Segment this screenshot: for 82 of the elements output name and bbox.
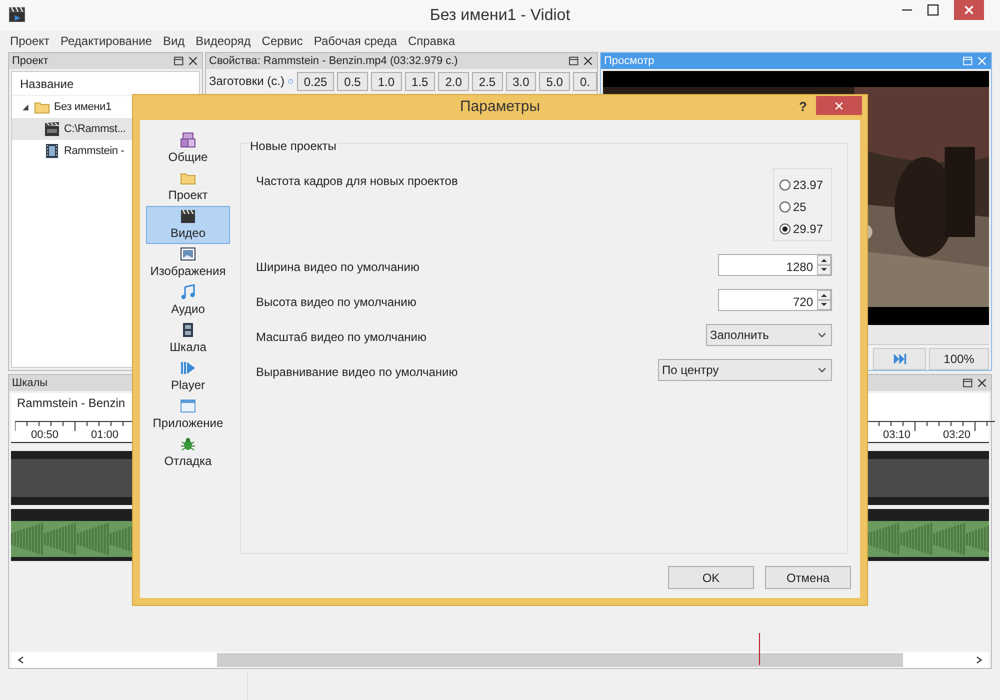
panel-title: Проект	[12, 54, 48, 69]
dialog-button[interactable]: Отмена	[765, 566, 851, 589]
field-label: Ширина видео по умолчанию	[256, 259, 420, 276]
windows-icon	[180, 132, 196, 148]
panel-title: Свойства: Rammstein - Benzin.mp4 (03:32.979 с.)	[209, 54, 458, 69]
dropdown[interactable]: По центру	[658, 359, 832, 381]
category-item[interactable]: Шкала	[146, 320, 230, 358]
radio-icon[interactable]	[779, 178, 791, 190]
category-item[interactable]: Проект	[146, 168, 230, 206]
close-icon[interactable]	[976, 377, 988, 389]
restore-icon[interactable]	[173, 55, 185, 67]
spin-arrows-icon[interactable]	[817, 255, 831, 275]
preset-button[interactable]: 1.0	[370, 72, 402, 90]
film-strip-icon	[180, 322, 196, 338]
window-title: Без имени1 - Vidiot	[430, 6, 570, 26]
film-icon	[44, 143, 60, 159]
radio-option[interactable]: 23.97	[779, 177, 831, 192]
music-note-icon	[180, 284, 196, 300]
menu-item[interactable]: Рабочая среда	[314, 32, 397, 50]
clapperboard-icon	[44, 121, 60, 137]
dialog-button[interactable]: OK	[668, 566, 754, 589]
menu-item[interactable]: Справка	[408, 32, 456, 50]
menu-item[interactable]: Сервис	[262, 32, 303, 50]
radio-icon[interactable]	[779, 200, 791, 212]
chevron-down-icon	[817, 330, 827, 340]
menu-item[interactable]: Редактирование	[60, 32, 152, 50]
category-item[interactable]: Аудио	[146, 282, 230, 320]
time-label: 03:20	[943, 428, 972, 442]
preset-button[interactable]: 5.0	[539, 72, 570, 90]
category-item[interactable]: Изображения	[146, 244, 230, 282]
menu-item[interactable]: Проект	[10, 32, 50, 50]
field-label: Выравнивание видео по умолчанию	[256, 364, 458, 381]
menu-item[interactable]: Видеоряд	[196, 32, 251, 50]
preset-button[interactable]: 0.5	[337, 72, 368, 90]
play-icon	[180, 360, 196, 376]
category-item[interactable]: Отладка	[146, 434, 230, 472]
preset-button[interactable]: 0.	[572, 72, 597, 90]
category-item[interactable]: Player	[146, 358, 230, 396]
clapperboard-icon	[180, 208, 196, 224]
time-label: 03:10	[883, 428, 912, 442]
radio-checked-icon[interactable]	[779, 222, 791, 234]
close-icon	[834, 100, 844, 110]
close-icon[interactable]	[187, 55, 199, 67]
restore-icon[interactable]	[962, 377, 974, 389]
chevron-down-icon	[817, 365, 827, 375]
field-label: Заготовки (с.)	[209, 73, 284, 90]
zoom-button[interactable]: 100%	[929, 348, 989, 370]
dropdown[interactable]: Заполнить	[706, 324, 832, 346]
field-label: Частота кадров для новых проектов	[256, 173, 458, 190]
close-button[interactable]	[816, 96, 862, 115]
panel-title: Просмотр	[604, 54, 654, 69]
preset-button[interactable]: 3.0	[506, 72, 536, 90]
time-label: 01:00	[91, 428, 120, 442]
panel-title: Шкалы	[12, 376, 48, 391]
tree-item[interactable]: Без имени1	[12, 96, 199, 118]
radio-option[interactable]: 25	[779, 199, 831, 214]
next-button[interactable]	[873, 348, 926, 370]
time-label: 00:50	[31, 428, 60, 442]
help-button[interactable]: ?	[799, 97, 807, 116]
field-label: Высота видео по умолчанию	[256, 294, 416, 311]
restore-icon[interactable]	[568, 55, 580, 67]
preset-button[interactable]: 2.0	[438, 72, 469, 90]
preset-button[interactable]: 1.5	[404, 72, 436, 90]
window-icon	[180, 398, 196, 414]
dialog-title: Параметры	[460, 97, 540, 118]
field-label: Масштаб видео по умолчанию	[256, 329, 426, 346]
menu-item[interactable]: Вид	[162, 32, 185, 50]
image-icon	[180, 246, 196, 262]
radio-option[interactable]: 29.97	[779, 221, 831, 236]
category-item[interactable]: Видео	[146, 206, 230, 244]
sequence-name: Rammstein - Benzin	[17, 395, 126, 412]
bug-icon	[180, 436, 196, 452]
close-icon[interactable]	[582, 55, 594, 67]
spin-field[interactable]: 1280	[718, 254, 832, 276]
preset-button[interactable]: 2.5	[472, 72, 503, 90]
skip-forward-icon	[892, 352, 906, 366]
preset-button[interactable]: 0.25	[296, 72, 334, 90]
collapse-icon[interactable]	[20, 102, 30, 112]
category-item[interactable]: Приложение	[146, 396, 230, 434]
spin-arrows-icon[interactable]	[817, 290, 831, 310]
spin-field[interactable]: 720	[718, 289, 832, 311]
app-icon	[8, 5, 26, 23]
